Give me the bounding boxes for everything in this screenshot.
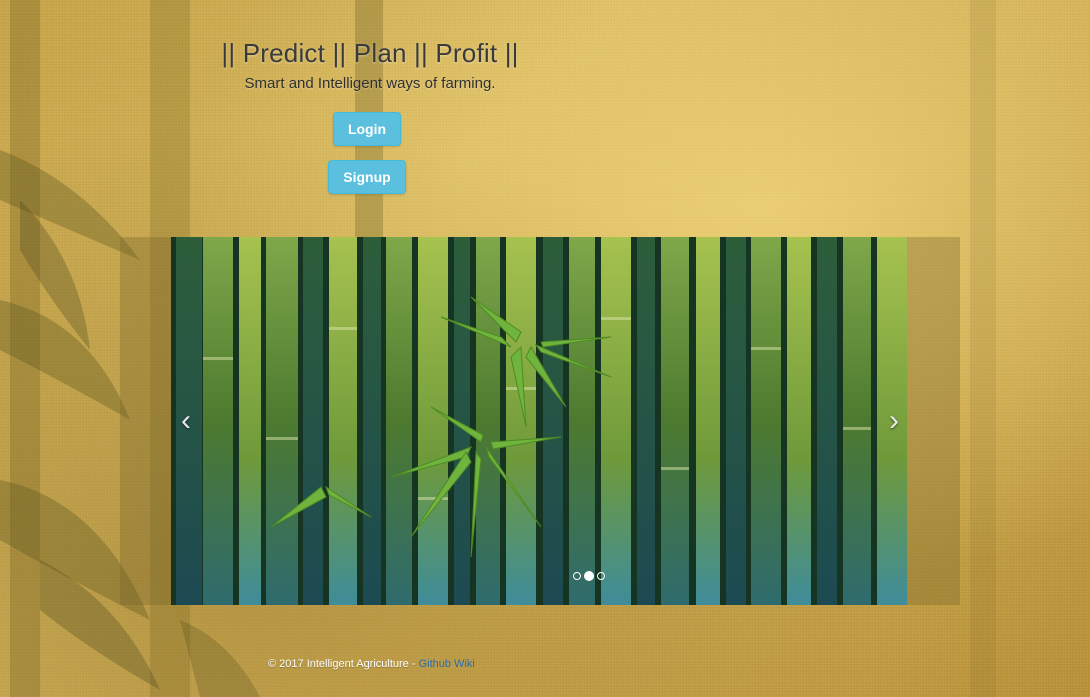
- chevron-right-icon[interactable]: ›: [882, 406, 906, 436]
- bamboo-photo: [171, 237, 907, 605]
- image-carousel: ‹ ›: [120, 237, 960, 605]
- footer-copyright: © 2017 Intelligent Agriculture -: [268, 658, 419, 670]
- github-wiki-link[interactable]: Github Wiki: [419, 658, 475, 670]
- chevron-left-icon[interactable]: ‹: [174, 406, 198, 436]
- login-button[interactable]: Login: [333, 112, 401, 146]
- page-title: || Predict || Plan || Profit ||: [221, 38, 519, 68]
- hero-header: || Predict || Plan || Profit || Smart an…: [210, 38, 530, 92]
- signup-button[interactable]: Signup: [328, 160, 406, 194]
- carousel-indicator-2[interactable]: [584, 571, 594, 581]
- footer: © 2017 Intelligent Agriculture - Github …: [268, 658, 475, 670]
- carousel-slide-image: [171, 237, 907, 605]
- carousel-indicators: [573, 570, 605, 582]
- carousel-indicator-1[interactable]: [573, 572, 581, 580]
- page-subtitle: Smart and Intelligent ways of farming.: [244, 75, 496, 92]
- carousel-indicator-3[interactable]: [597, 572, 605, 580]
